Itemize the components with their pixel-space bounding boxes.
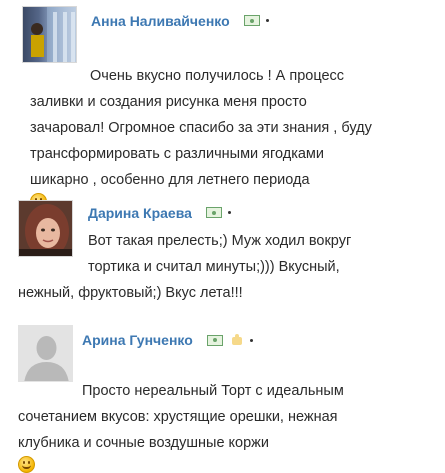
comment-line-text: шикарно , особенно для летнего периода: [30, 172, 310, 188]
default-avatar-icon[interactable]: [18, 325, 73, 382]
money-badge-icon: [207, 334, 223, 346]
comment-line: Очень вкусно получилось ! А процесс: [90, 68, 345, 84]
separator-dot: [266, 19, 269, 22]
comment-text: Очень вкусно получилось ! А процесс зали…: [30, 63, 440, 210]
comment-item: Анна Наливайченко Очень вкусно получилос…: [0, 0, 445, 210]
comment-item: Арина Гунченко Просто нереальный Торт с …: [0, 320, 445, 473]
comment-line: тортика и считал минуты;))) Вкусный,: [88, 259, 340, 275]
author-badges: [244, 15, 269, 26]
comment-line: клубника и сочные воздушные коржи: [18, 430, 438, 473]
avatar[interactable]: [22, 6, 77, 63]
thumbs-up-icon: [230, 334, 244, 346]
avatar-silhouette: [19, 326, 72, 381]
author-badges: [207, 334, 253, 346]
comment-text: Вот такая прелесть;) Муж ходил вокруг то…: [18, 228, 438, 306]
avatar-photo: [31, 7, 76, 62]
comment-line: нежный, фруктовый;) Вкус лета!!!: [18, 285, 243, 301]
separator-dot: [228, 211, 231, 214]
money-badge-icon: [206, 207, 222, 218]
comment-item: Дарина Краева Вот такая прелесть;) Муж х…: [0, 195, 445, 305]
smile-emoji-icon: [18, 456, 35, 473]
separator-dot: [250, 338, 253, 342]
comment-line: трансформировать с различными ягодками: [30, 146, 324, 162]
comment-line-text: клубника и сочные воздушные коржи: [18, 435, 269, 451]
comment-line: заливки и создания рисунка меня просто: [30, 94, 307, 110]
comment-line: сочетанием вкусов: хрустящие орешки, неж…: [18, 409, 338, 425]
author-name[interactable]: Арина Гунченко: [82, 332, 193, 348]
comment-line: Просто нереальный Торт с идеальным: [82, 383, 344, 399]
author-name[interactable]: Дарина Краева: [88, 205, 192, 221]
comment-line: зачаровал! Огромное спасибо за эти знани…: [30, 120, 372, 136]
comment-line: Вот такая прелесть;) Муж ходил вокруг: [88, 233, 352, 249]
author-badges: [206, 207, 231, 218]
comment-text: Просто нереальный Торт с идеальным сочет…: [18, 378, 438, 473]
author-name[interactable]: Анна Наливайченко: [91, 13, 230, 29]
money-badge-icon: [244, 15, 260, 26]
